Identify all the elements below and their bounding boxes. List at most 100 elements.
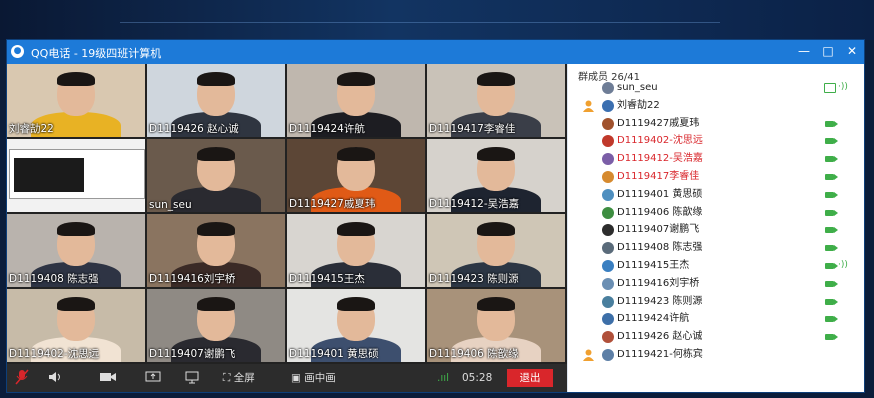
member-item[interactable]: D1119417李睿佳: [568, 169, 864, 185]
speaking-icon: ·)): [838, 260, 848, 270]
video-tile-name: D1119412-吴浩嘉: [429, 198, 520, 210]
call-timer: 05:28: [462, 372, 493, 384]
video-tile[interactable]: D1119427戚夏玮: [287, 139, 425, 212]
member-item[interactable]: D1119416刘宇桥: [568, 276, 864, 292]
member-avatar: [602, 277, 614, 290]
camera-on-icon: [825, 280, 838, 287]
member-item[interactable]: D1119421-何栋宾: [568, 347, 864, 363]
member-item[interactable]: D1119402-沈思远: [568, 133, 864, 149]
shared-screen-preview: [9, 149, 145, 199]
member-item[interactable]: D1119424许航: [568, 311, 864, 327]
qq-call-window: ● QQ电话 - 19级四班计算机 — □ ✕ 刘睿劼22 D1119426 赵心…: [7, 40, 864, 392]
maximize-button[interactable]: □: [818, 43, 838, 60]
participant-face: [57, 222, 95, 266]
member-name: D1119408 陈志强: [617, 242, 703, 254]
exit-button[interactable]: 退出: [507, 369, 553, 387]
camera-icon[interactable]: [99, 369, 117, 387]
member-name: D1119421-何栋宾: [617, 349, 703, 360]
fullscreen-button[interactable]: ⛶ 全屏: [223, 369, 255, 387]
speaker-icon[interactable]: [47, 369, 63, 387]
participant-face: [337, 147, 375, 191]
member-avatar: [602, 82, 614, 94]
video-tile-name: D1119426 赵心诚: [149, 123, 239, 135]
camera-on-icon: [825, 156, 838, 163]
video-tile[interactable]: 刘睿劼22: [7, 64, 145, 137]
member-avatar: [602, 331, 614, 344]
member-avatar: [602, 117, 614, 130]
video-tile-name: D1119415王杰: [289, 273, 365, 285]
video-tile[interactable]: [7, 139, 145, 212]
video-tile-name: 刘睿劼22: [9, 123, 54, 135]
video-tile[interactable]: sun_seu: [147, 139, 285, 212]
video-tile[interactable]: D1119416刘宇桥: [147, 214, 285, 287]
participant-face: [197, 297, 235, 341]
member-item[interactable]: D1119426 赵心诚: [568, 329, 864, 345]
member-item[interactable]: D1119407谢鹏飞: [568, 222, 864, 238]
member-item[interactable]: D1119423 陈则源: [568, 294, 864, 310]
whiteboard-icon[interactable]: [184, 369, 200, 387]
member-avatar: [602, 295, 614, 308]
signal-icon: .ııl: [437, 372, 450, 384]
camera-on-icon: [825, 209, 838, 216]
member-item[interactable]: 刘睿劼22: [568, 98, 864, 114]
camera-on-icon: [825, 120, 838, 127]
participant-face: [337, 72, 375, 116]
video-tile-name: D1119427戚夏玮: [289, 198, 376, 210]
member-name: D1119424许航: [617, 313, 690, 325]
video-tile-name: D1119406 陈歆缘: [429, 348, 519, 360]
video-tile-name: sun_seu: [149, 199, 192, 211]
video-tile[interactable]: D1119401 黄思硕: [287, 289, 425, 362]
member-name: D1119406 陈歆缘: [617, 206, 703, 218]
member-item[interactable]: sun_seu ·)): [568, 80, 864, 96]
member-sidebar: 群成员 26/41 sun_seu ·)) 刘睿劼22 D1119427戚夏玮 D111…: [567, 64, 864, 392]
video-tile[interactable]: D1119412-吴浩嘉: [427, 139, 565, 212]
video-tile-name: D1119408 陈志强: [9, 273, 99, 285]
participant-face: [197, 222, 235, 266]
video-tile[interactable]: D1119402-沈思远: [7, 289, 145, 362]
video-tile-name: D1119402-沈思远: [9, 348, 100, 360]
member-avatar: [602, 242, 614, 255]
member-item[interactable]: D1119408 陈志强: [568, 240, 864, 256]
pip-button[interactable]: ▣ 画中画: [291, 369, 336, 387]
video-tile-name: D1119417李睿佳: [429, 123, 516, 135]
screen-share-icon[interactable]: [145, 369, 161, 387]
camera-on-icon: [825, 245, 838, 252]
screen-share-status-icon: [824, 83, 836, 93]
mic-muted-icon[interactable]: [15, 369, 29, 387]
member-avatar: [602, 99, 614, 112]
video-tile[interactable]: D1119408 陈志强: [7, 214, 145, 287]
camera-on-icon: [825, 298, 838, 305]
pip-icon: ▣: [291, 372, 301, 384]
title-bar: ● QQ电话 - 19级四班计算机 — □ ✕: [7, 40, 864, 64]
participant-face: [197, 72, 235, 116]
member-item[interactable]: D1119427戚夏玮: [568, 116, 864, 132]
video-tile[interactable]: D1119417李睿佳: [427, 64, 565, 137]
member-item[interactable]: D1119412-吴浩嘉: [568, 151, 864, 167]
video-tile[interactable]: D1119424许航: [287, 64, 425, 137]
member-name: D1119423 陈则源: [617, 295, 703, 307]
camera-on-icon: [825, 138, 838, 145]
close-button[interactable]: ✕: [842, 43, 862, 60]
pip-label: 画中画: [304, 372, 336, 384]
video-tile-name: D1119401 黄思硕: [289, 348, 379, 360]
member-name: D1119401 黄思硕: [617, 188, 703, 200]
video-tile[interactable]: D1119406 陈歆缘: [427, 289, 565, 362]
member-item[interactable]: D1119415王杰 ·)): [568, 258, 864, 274]
member-name: 刘睿劼22: [617, 99, 660, 111]
member-avatar: [602, 349, 614, 361]
video-tile[interactable]: D1119415王杰: [287, 214, 425, 287]
minimize-button[interactable]: —: [794, 43, 814, 60]
video-tile[interactable]: D1119407谢鹏飞: [147, 289, 285, 362]
fullscreen-label: 全屏: [233, 372, 255, 384]
member-avatar: [602, 206, 614, 219]
participant-face: [337, 222, 375, 266]
camera-on-icon: [825, 191, 838, 198]
camera-on-icon: [825, 263, 838, 269]
participant-face: [477, 72, 515, 116]
member-avatar: [602, 153, 614, 166]
member-item[interactable]: D1119406 陈歆缘: [568, 205, 864, 221]
video-tile[interactable]: D1119426 赵心诚: [147, 64, 285, 137]
video-tile-name: D1119416刘宇桥: [149, 273, 236, 285]
video-tile[interactable]: D1119423 陈则源: [427, 214, 565, 287]
member-item[interactable]: D1119401 黄思硕: [568, 187, 864, 203]
